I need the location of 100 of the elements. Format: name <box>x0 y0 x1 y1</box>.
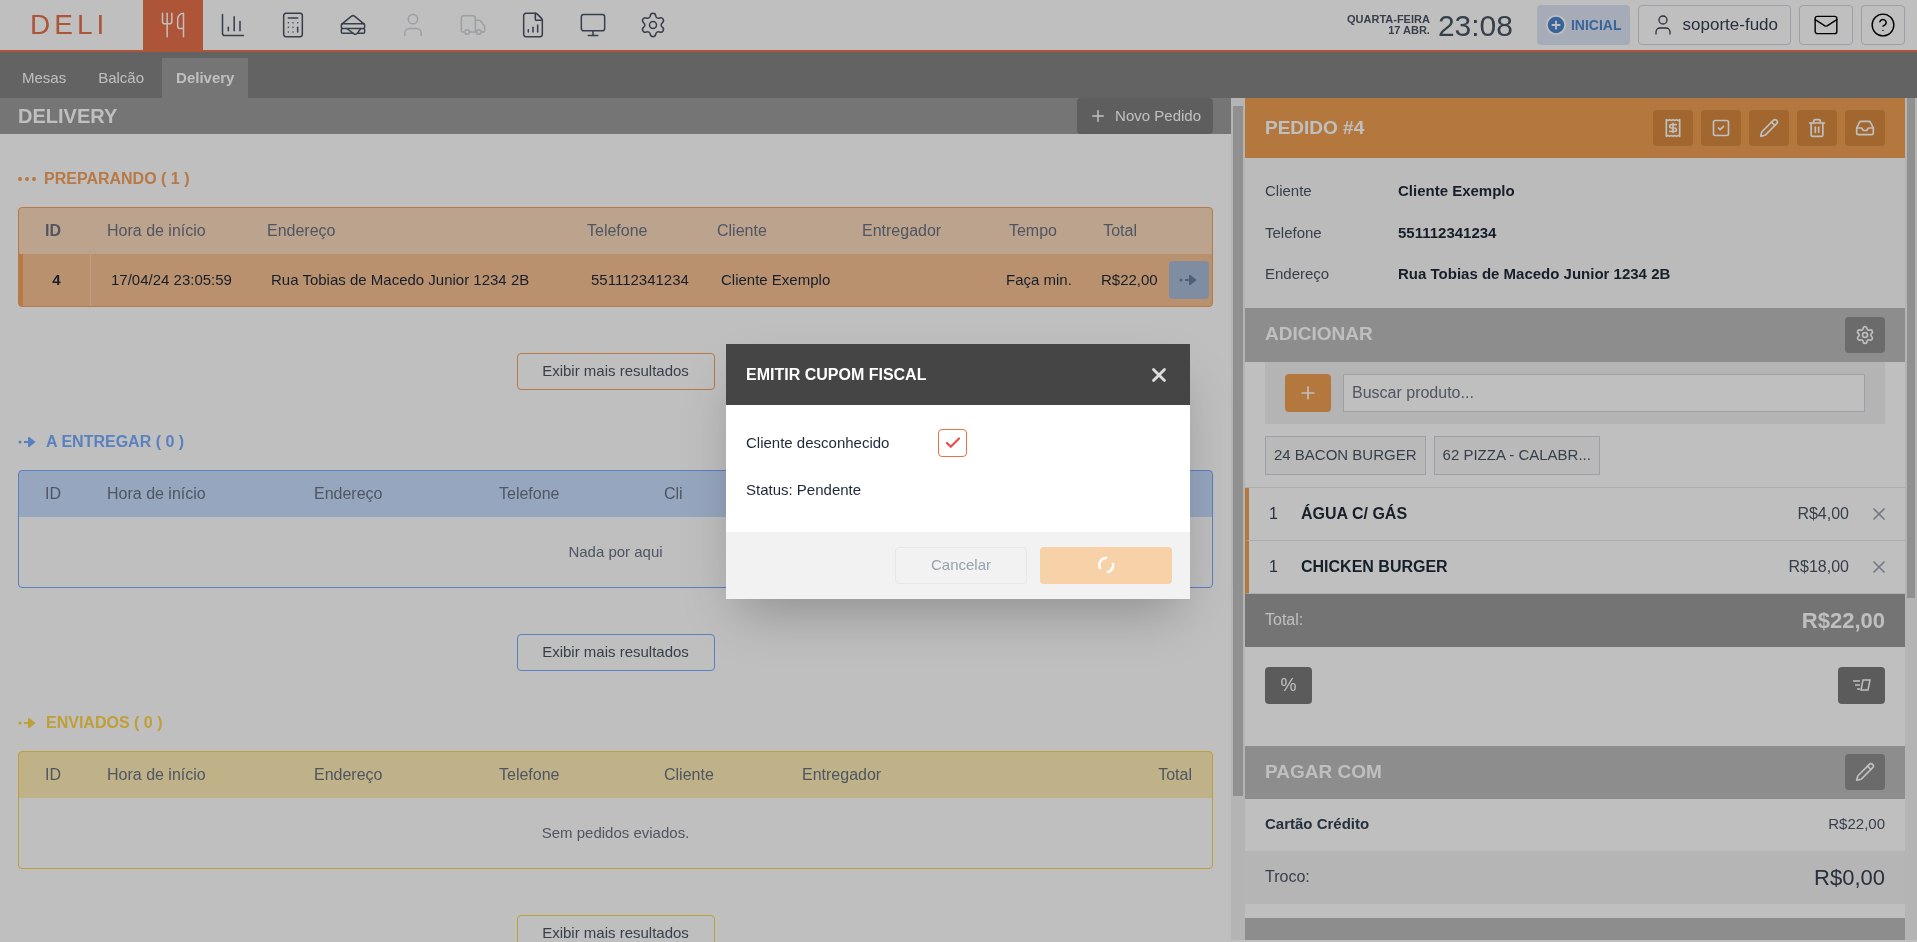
edit-payment-button[interactable] <box>1845 754 1885 790</box>
date: 17 ABR. <box>1388 25 1430 36</box>
dialog-title: EMITIR CUPOM FISCAL <box>746 364 927 385</box>
section-title: ENVIADOS ( 0 ) <box>46 713 163 733</box>
edit-button[interactable] <box>1749 110 1789 146</box>
help-button[interactable] <box>1861 5 1905 45</box>
column-header: Hora de início <box>107 766 206 783</box>
settings-icon <box>1855 324 1875 345</box>
receipt-button[interactable] <box>1653 110 1693 146</box>
column-header: Total <box>1103 222 1137 239</box>
column-header: Entregador <box>802 766 882 783</box>
delete-button[interactable] <box>1797 110 1837 146</box>
info-value: 551112341234 <box>1398 222 1497 243</box>
pencil-icon <box>1759 118 1779 138</box>
empty-message: Nada por aqui <box>568 541 663 562</box>
column-header: Tempo <box>1008 222 1057 239</box>
arrow-icon <box>18 437 38 447</box>
column-header: Telefone <box>499 766 560 783</box>
tab[interactable]: Mesas <box>8 58 81 98</box>
table-cell: 4 <box>23 254 91 306</box>
weekday: QUARTA-FEIRA <box>1347 14 1430 25</box>
column-header: Cli <box>664 485 683 502</box>
table-cell-text: Rua Tobias de Macedo Junior 1234 2B <box>270 269 531 290</box>
tab[interactable]: Balcão <box>84 58 159 98</box>
table-cell-text: R$22,00 <box>1100 269 1159 290</box>
tray-icon <box>1855 118 1875 138</box>
unknown-client-checkbox[interactable] <box>938 429 967 457</box>
show-more-button[interactable]: Exibir mais resultados <box>516 634 715 671</box>
panel-title: PEDIDO #4 <box>1265 115 1365 140</box>
show-more-button[interactable]: Exibir mais resultados <box>516 353 715 390</box>
empty-message: Sem pedidos eviados. <box>541 822 690 843</box>
column-header: Cliente <box>664 766 714 783</box>
column-header: Endereço <box>314 766 383 783</box>
tray-button[interactable] <box>1845 110 1885 146</box>
item-quantity: 1 <box>1269 503 1279 524</box>
settings-icon <box>639 11 667 39</box>
search-field[interactable]: Buscar produto... <box>1343 373 1865 412</box>
column-header: ID <box>45 766 61 783</box>
dispatch-button[interactable] <box>1169 261 1209 299</box>
item-quantity: 1 <box>1269 556 1279 577</box>
change-amount: R$0,00 <box>1814 863 1885 892</box>
checkbox-label: Cliente desconhecido <box>746 432 891 453</box>
table-cell-text: 551112341234 <box>590 269 690 290</box>
plus-circle-icon <box>1545 14 1567 36</box>
page-title: DELIVERY <box>18 104 118 129</box>
mail-button[interactable] <box>1799 5 1853 45</box>
status-text: Status: Pendente <box>746 480 863 500</box>
monitor-icon <box>579 11 607 39</box>
quick-product-button[interactable]: 24 BACON BURGER <box>1265 435 1426 475</box>
help-icon <box>1870 12 1896 38</box>
item-name: ÁGUA C/ GÁS <box>1301 503 1409 524</box>
nav-button[interactable] <box>143 0 203 51</box>
receipt-icon <box>1663 118 1683 138</box>
column-header: Telefone <box>499 485 560 502</box>
arrow-icon <box>1179 275 1199 285</box>
user-button[interactable]: soporte-fudo <box>1637 5 1791 45</box>
bar-chart-icon <box>219 11 247 39</box>
delivery-fee-button[interactable] <box>1838 666 1885 704</box>
item-price: R$18,00 <box>1788 556 1849 577</box>
table-cell-text: Cliente Exemplo <box>720 269 832 290</box>
discount-button[interactable]: % <box>1265 666 1312 704</box>
spinner-icon <box>1097 556 1115 574</box>
info-value: Cliente Exemplo <box>1398 181 1515 201</box>
quick-product-button[interactable]: 62 PIZZA - CALABR... <box>1433 435 1600 475</box>
table-cell-text: 17/04/24 23:05:59 <box>110 269 233 290</box>
new-order-button[interactable]: Novo Pedido <box>1077 98 1213 134</box>
info-value: Rua Tobias de Macedo Junior 1234 2B <box>1398 264 1671 284</box>
item-price: R$4,00 <box>1797 503 1849 524</box>
column-header: Entregador <box>862 222 942 239</box>
column-header: Cliente <box>717 222 767 239</box>
arrow-icon <box>18 718 38 728</box>
payment-method: Cartão Crédito <box>1265 814 1370 835</box>
show-more-button[interactable]: Exibir mais resultados <box>516 915 715 942</box>
section-title: PREPARANDO ( 1 ) <box>44 169 190 189</box>
info-label: Telefone <box>1265 222 1323 243</box>
column-header: ID <box>45 485 61 502</box>
column-header: Hora de início <box>107 222 206 239</box>
column-header: Total <box>1158 766 1192 783</box>
logo: DELI <box>29 8 110 42</box>
trash-icon <box>1807 118 1827 138</box>
table-cell-text: Faça min. <box>1005 269 1073 290</box>
add-button[interactable] <box>1285 373 1331 412</box>
column-header: Telefone <box>587 222 648 239</box>
column-header: Endereço <box>314 485 383 502</box>
info-label: Cliente <box>1265 181 1313 201</box>
item-name: CHICKEN BURGER <box>1301 556 1449 577</box>
settings-button[interactable] <box>1845 316 1885 353</box>
change-label: Troco: <box>1265 867 1310 887</box>
column-header: ID <box>45 222 61 239</box>
column-header: Endereço <box>267 222 336 239</box>
payment-amount: R$22,00 <box>1828 814 1885 835</box>
info-label: Endereço <box>1265 264 1331 284</box>
checkbox-icon <box>1711 118 1731 138</box>
lines-card-icon <box>1851 679 1872 691</box>
scrollbar[interactable] <box>1231 98 1245 940</box>
utensils-icon <box>159 11 187 39</box>
scrollbar[interactable] <box>1905 98 1917 940</box>
clock-time: 23:08 <box>1437 7 1513 44</box>
check-button[interactable] <box>1701 110 1741 146</box>
column-header: Hora de início <box>107 485 206 502</box>
